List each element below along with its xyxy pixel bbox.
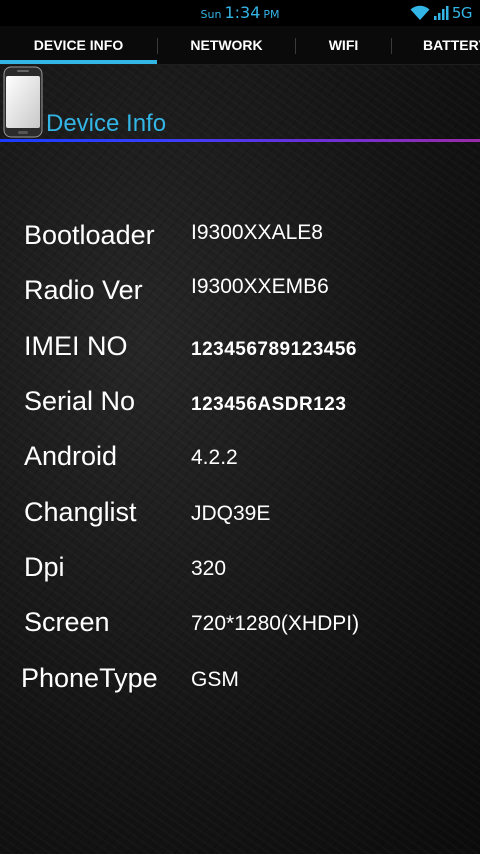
info-value: JDQ39E xyxy=(191,502,271,525)
info-label: Screen xyxy=(24,607,110,637)
info-row-radio-ver: Radio Ver I9300XXEMB6 xyxy=(0,275,480,315)
info-value: 4.2.2 xyxy=(191,446,238,469)
info-row-screen: Screen 720*1280(XHDPI) xyxy=(0,607,480,647)
wifi-icon xyxy=(410,5,430,20)
info-label: Dpi xyxy=(24,552,65,582)
info-row-imei: IMEI NO 123456789123456 xyxy=(0,331,480,371)
info-row-dpi: Dpi 320 xyxy=(0,552,480,592)
info-value: 123456789123456 xyxy=(191,339,358,360)
info-label: Radio Ver xyxy=(24,275,143,305)
info-row-changlist: Changlist JDQ39E xyxy=(0,497,480,537)
info-label: PhoneType xyxy=(21,663,158,693)
clock-day: Sun xyxy=(200,8,222,21)
info-value: GSM xyxy=(191,668,239,691)
status-clock: Sun 1:34 PM xyxy=(0,3,480,22)
network-type-label: 5G xyxy=(451,4,473,22)
tab-battery[interactable]: BATTERY xyxy=(392,26,480,64)
header-divider xyxy=(0,139,480,142)
info-value: 720*1280(XHDPI) xyxy=(191,612,360,635)
info-label: Android xyxy=(24,441,118,471)
info-value: I9300XXEMB6 xyxy=(191,275,329,298)
info-value: 123456ASDR123 xyxy=(191,394,347,415)
info-label: Serial No xyxy=(24,386,136,416)
tab-network[interactable]: NETWORK xyxy=(158,26,295,64)
info-value: 320 xyxy=(191,557,227,580)
tab-bar: DEVICE INFO NETWORK WIFI BATTERY xyxy=(0,26,480,65)
signal-bars-icon xyxy=(433,6,449,20)
info-label: IMEI NO xyxy=(24,331,128,361)
clock-ampm: PM xyxy=(263,8,280,21)
info-value: I9300XXALE8 xyxy=(191,221,323,244)
page-title: Device Info xyxy=(46,110,167,137)
info-row-serial-no: Serial No 123456ASDR123 xyxy=(0,386,480,426)
tab-wifi[interactable]: WIFI xyxy=(296,26,391,64)
status-bar: Sun 1:34 PM 5G xyxy=(0,0,480,26)
tab-device-info[interactable]: DEVICE INFO xyxy=(0,26,157,64)
info-row-android: Android 4.2.2 xyxy=(0,441,480,481)
info-label: Bootloader xyxy=(24,220,155,250)
info-row-phonetype: PhoneType GSM xyxy=(0,663,480,703)
info-label: Changlist xyxy=(24,497,137,527)
phone-icon xyxy=(3,66,43,138)
info-row-bootloader: Bootloader I9300XXALE8 xyxy=(0,220,480,260)
clock-time: 1:34 xyxy=(224,3,261,22)
status-icons: 5G xyxy=(410,3,473,23)
device-info-screen: Sun 1:34 PM 5G DEVICE INFO NETWORK WIFI BA… xyxy=(0,0,480,854)
